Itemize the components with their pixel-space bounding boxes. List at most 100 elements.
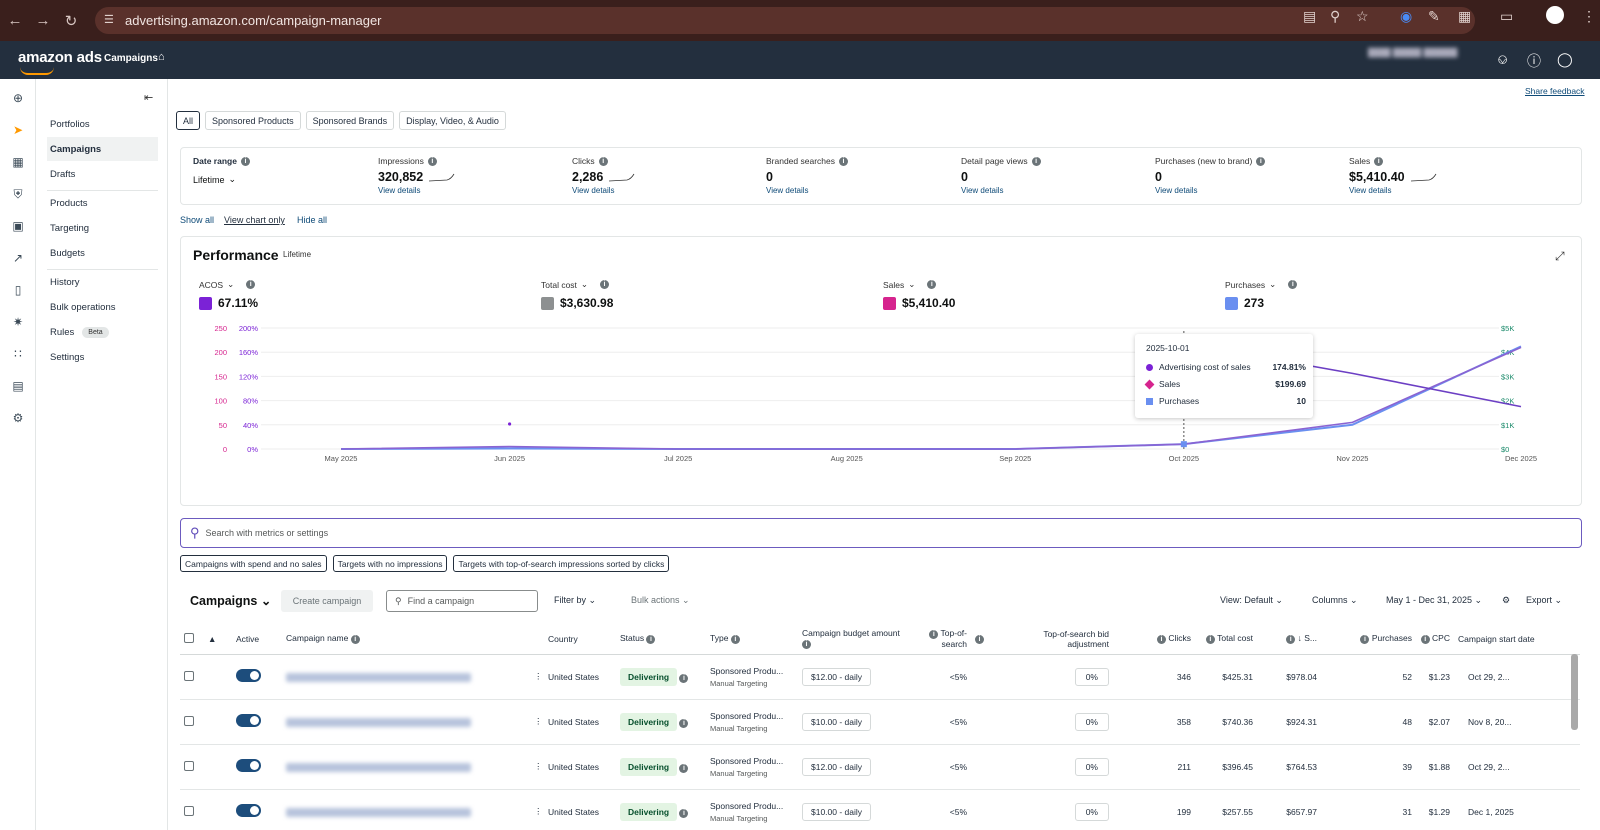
campaign-name-link[interactable]: [282, 744, 530, 790]
apps-grid-icon[interactable]: ∷: [9, 345, 27, 363]
date-range-picker[interactable]: May 1 - Dec 31, 2025 ⌄: [1386, 595, 1482, 606]
tab-sponsored-products[interactable]: Sponsored Products: [205, 111, 301, 130]
active-toggle[interactable]: [232, 699, 282, 745]
view-details-link[interactable]: View details: [1155, 186, 1345, 195]
sidebar-item-drafts[interactable]: Drafts: [47, 162, 158, 186]
table-row[interactable]: ⋮ United States Delivering i Sponsored P…: [180, 789, 1580, 830]
forward-icon[interactable]: →: [30, 8, 56, 34]
perf-metric-total-cost[interactable]: Total cost ⌄ i $3,630.98: [541, 279, 613, 310]
account-selector[interactable]: ████ █████ ██████: [1368, 48, 1488, 70]
col-total-cost[interactable]: i Total cost: [1195, 624, 1257, 655]
tos-bid-input[interactable]: 0%: [1074, 667, 1109, 686]
filter-by-dropdown[interactable]: Filter by ⌄: [554, 595, 596, 606]
tab-display-video-audio[interactable]: Display, Video, & Audio: [399, 111, 506, 130]
metric-card-clicks[interactable]: Clicks i 2,286 View details: [572, 156, 762, 195]
metric-card-detail-page-views[interactable]: Detail page views i 0 View details: [961, 156, 1151, 195]
budget-input[interactable]: $12.00 - daily: [802, 667, 872, 686]
show-all-link[interactable]: Show all: [180, 215, 214, 225]
view-chart-only-link[interactable]: View chart only: [224, 215, 285, 225]
extensions-icon[interactable]: ▦: [1458, 8, 1471, 25]
budget-input[interactable]: $10.00 - daily: [802, 712, 872, 731]
date-range-dropdown[interactable]: Lifetime ⌄: [193, 174, 383, 185]
col-cpc[interactable]: i CPC: [1416, 624, 1454, 655]
address-bar[interactable]: ☰ advertising.amazon.com/campaign-manage…: [95, 7, 1475, 34]
table-scrollbar[interactable]: [1571, 654, 1578, 730]
sidebar-item-portfolios[interactable]: Portfolios: [47, 112, 158, 136]
chip-no-impressions[interactable]: Targets with no impressions: [332, 555, 448, 572]
campaign-name-link[interactable]: [282, 699, 530, 745]
briefcase-icon[interactable]: ▤: [9, 377, 27, 395]
campaign-name-link[interactable]: [282, 789, 530, 830]
row-menu-icon[interactable]: ⋮: [530, 789, 544, 830]
col-status[interactable]: Status i: [616, 624, 706, 655]
columns-dropdown[interactable]: Columns ⌄: [1312, 595, 1358, 606]
help-icon[interactable]: ⓘ: [1527, 51, 1541, 71]
campaigns-title-dropdown[interactable]: Campaigns ⌄: [190, 593, 271, 608]
sidebar-item-products[interactable]: Products: [47, 191, 158, 215]
menu-dots-icon[interactable]: ⋮: [1582, 8, 1596, 25]
active-toggle[interactable]: [232, 654, 282, 700]
col-tos-bid[interactable]: Top-of-search bid adjustment: [1013, 624, 1113, 655]
view-details-link[interactable]: View details: [766, 186, 956, 195]
sidebar-item-campaigns[interactable]: Campaigns: [47, 137, 158, 161]
tos-bid-input[interactable]: 0%: [1074, 712, 1109, 731]
row-menu-icon[interactable]: ⋮: [530, 654, 544, 700]
tab-sponsored-brands[interactable]: Sponsored Brands: [305, 111, 395, 130]
reports-bar-icon[interactable]: ▯: [9, 281, 27, 299]
tos-bid-input[interactable]: 0%: [1074, 802, 1109, 821]
view-details-link[interactable]: View details: [961, 186, 1151, 195]
sidebar-item-settings[interactable]: Settings: [47, 345, 158, 369]
profile-avatar[interactable]: [1546, 6, 1564, 24]
view-details-link[interactable]: View details: [572, 186, 762, 195]
extension-badge-icon[interactable]: ◉: [1400, 8, 1412, 25]
row-checkbox[interactable]: [180, 789, 204, 830]
sidebar-item-history[interactable]: History: [47, 270, 158, 294]
col-type[interactable]: Type i: [706, 624, 798, 655]
chevron-down-icon[interactable]: ⌄: [1269, 279, 1276, 290]
tos-bid-input[interactable]: 0%: [1074, 757, 1109, 776]
translate-icon[interactable]: ▤: [1303, 8, 1316, 25]
row-menu-icon[interactable]: ⋮: [530, 699, 544, 745]
sidebar-item-targeting[interactable]: Targeting: [47, 216, 158, 240]
user-account-icon[interactable]: ◯: [1557, 51, 1573, 68]
row-menu-icon[interactable]: ⋮: [530, 744, 544, 790]
integrations-icon[interactable]: ✷: [9, 313, 27, 331]
collapse-sidebar-icon[interactable]: ⇤: [144, 91, 153, 104]
col-budget[interactable]: Campaign budget amount i: [798, 624, 913, 655]
budget-input[interactable]: $10.00 - daily: [802, 802, 872, 821]
media-library-icon[interactable]: ▣: [9, 217, 27, 235]
table-settings-gear-icon[interactable]: ⚙: [1502, 595, 1510, 606]
perf-metric-sales[interactable]: Sales ⌄ i $5,410.40: [883, 279, 955, 310]
col-top-of-search[interactable]: i Top-of-search: [913, 624, 971, 655]
expand-icon[interactable]: ⤢: [1555, 249, 1565, 264]
metrics-search-input[interactable]: ⚲ Search with metrics or settings: [180, 518, 1582, 548]
col-sales[interactable]: i ↓ S...: [1257, 624, 1321, 655]
zoom-icon[interactable]: ⚲: [1330, 8, 1340, 25]
dashboard-grid-icon[interactable]: ▦: [9, 153, 27, 171]
col-country[interactable]: Country: [544, 624, 616, 655]
amazon-ads-logo[interactable]: amazon ads: [18, 49, 102, 75]
view-details-link[interactable]: View details: [378, 186, 568, 195]
tab-all[interactable]: All: [176, 111, 201, 130]
export-dropdown[interactable]: Export ⌄: [1526, 595, 1562, 606]
table-row[interactable]: ⋮ United States Delivering i Sponsored P…: [180, 744, 1580, 790]
breadcrumb[interactable]: Campaigns: [104, 53, 158, 64]
campaign-name-link[interactable]: [282, 654, 530, 700]
chip-spend-no-sales[interactable]: Campaigns with spend and no sales: [180, 555, 327, 572]
row-checkbox[interactable]: [180, 744, 204, 790]
pen-icon[interactable]: ✎: [1428, 8, 1440, 25]
col-campaign-name[interactable]: Campaign name i: [282, 624, 530, 655]
row-checkbox[interactable]: [180, 699, 204, 745]
sidebar-item-rules[interactable]: Rules Beta: [47, 320, 158, 344]
notifications-bell-icon[interactable]: ⎉: [1497, 51, 1508, 68]
col-purchases[interactable]: i Purchases: [1321, 624, 1416, 655]
back-icon[interactable]: ←: [2, 8, 28, 34]
site-settings-icon[interactable]: ☰: [104, 13, 114, 26]
settings-gear-icon[interactable]: ⚙: [9, 409, 27, 427]
col-active[interactable]: Active: [232, 624, 282, 655]
performance-chart[interactable]: 0 0% $050 40% $1K100 80% $2K150 120% $3K200 160% $…: [181, 317, 1581, 497]
metric-card-impressions[interactable]: Impressions i 320,852 View details: [378, 156, 568, 195]
view-dropdown[interactable]: View: Default ⌄: [1220, 595, 1283, 606]
chevron-down-icon[interactable]: ⌄: [908, 279, 915, 290]
col-start-date[interactable]: Campaign start date: [1454, 624, 1580, 655]
